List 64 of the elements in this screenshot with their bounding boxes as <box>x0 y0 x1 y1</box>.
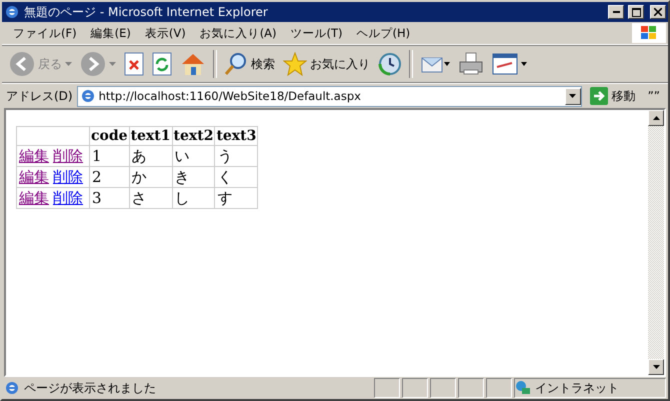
table-link[interactable]: 削除 <box>53 188 83 206</box>
table-link[interactable]: 削除 <box>53 168 83 186</box>
table-cell: 2 <box>90 166 130 188</box>
table-cell: さ <box>129 188 172 208</box>
table-cell: す <box>214 188 258 208</box>
caret-icon <box>65 62 72 66</box>
dropdown-button[interactable] <box>564 88 581 104</box>
home-icon <box>180 52 206 76</box>
star-icon <box>283 52 307 76</box>
browser-icon <box>4 4 20 20</box>
table-link[interactable]: 編集 <box>19 168 49 186</box>
status-text: ページが表示されました <box>24 380 156 396</box>
table-cell: く <box>214 166 258 188</box>
favorites-button[interactable]: お気に入り <box>280 50 373 78</box>
minimize-button[interactable] <box>608 5 624 19</box>
menu-item[interactable]: 表示(V) <box>138 24 193 42</box>
table-cell: し <box>172 188 215 208</box>
column-header: text3 <box>214 126 258 146</box>
maximize-button[interactable] <box>628 5 644 19</box>
column-header: code <box>90 126 130 146</box>
browser-icon <box>80 88 96 104</box>
search-icon <box>224 52 248 76</box>
printer-icon <box>458 52 484 76</box>
stop-icon <box>124 52 144 76</box>
go-button[interactable]: 移動 <box>586 87 640 105</box>
table-cell: う <box>214 146 258 166</box>
close-button[interactable] <box>650 5 666 19</box>
address-field[interactable]: http://localhost:1160/WebSite18/Default.aspx <box>76 86 582 106</box>
zone-text: イントラネット <box>535 380 619 396</box>
table-link[interactable]: 編集 <box>19 146 49 164</box>
network-icon <box>515 380 531 396</box>
window-title: 無題のページ - Microsoft Internet Explorer <box>24 4 269 20</box>
down-arrow-icon <box>652 365 660 369</box>
table-cell: い <box>172 146 215 166</box>
scrollbar[interactable] <box>648 110 664 375</box>
browser-icon <box>4 380 20 396</box>
table-cell: き <box>172 166 215 188</box>
menu-item[interactable]: お気に入り(A) <box>192 24 284 42</box>
column-header: text2 <box>172 126 215 146</box>
maximize-icon <box>632 8 640 16</box>
search-button[interactable]: 検索 <box>221 50 278 78</box>
table-link[interactable]: 削除 <box>53 146 83 164</box>
table-cell: あ <box>129 146 172 166</box>
table-cell: 1 <box>90 146 130 166</box>
dropdown-arrow-icon <box>569 94 576 98</box>
edit-icon <box>492 52 528 76</box>
links-button[interactable]: ”” <box>644 89 664 103</box>
up-arrow-icon <box>652 116 660 120</box>
column-header: text1 <box>129 126 172 146</box>
history-icon <box>378 52 402 76</box>
close-icon <box>654 8 662 16</box>
menu-item[interactable]: ファイル(F) <box>6 24 84 42</box>
table-cell: か <box>129 166 172 188</box>
caret-icon <box>109 62 116 66</box>
menu-item[interactable]: ヘルプ(H) <box>350 24 418 42</box>
address-label: アドレス(D) <box>6 88 73 104</box>
menu-item[interactable]: ツール(T) <box>284 24 350 42</box>
scroll-down-button[interactable] <box>648 359 664 375</box>
scroll-up-button[interactable] <box>648 110 664 126</box>
minimize-icon <box>612 11 620 13</box>
table-cell: 3 <box>90 188 130 208</box>
table-link[interactable]: 編集 <box>19 188 49 206</box>
refresh-icon <box>152 52 172 76</box>
menu-item[interactable]: 編集(E) <box>84 24 138 42</box>
